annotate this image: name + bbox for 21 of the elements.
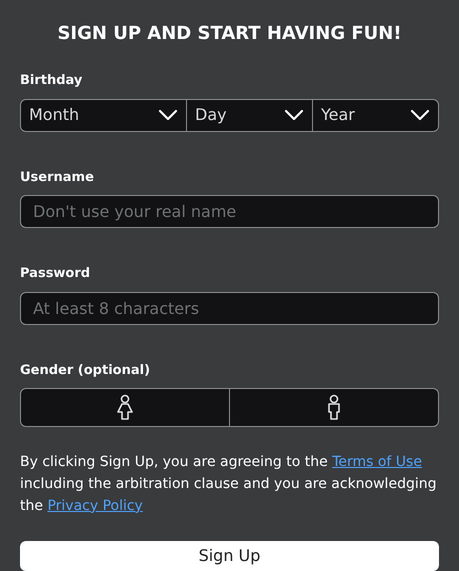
field-label: Birthday [20, 72, 84, 90]
username-field[interactable]: Don't use your real name [20, 195, 439, 228]
field-label: Password [20, 265, 92, 284]
chevron-down-icon [158, 109, 178, 121]
password-field[interactable]: At least 8 characters [20, 292, 439, 325]
male-figure-icon [327, 394, 341, 420]
field-label: Username [20, 168, 95, 187]
female-figure-icon [116, 394, 134, 420]
gender-option[interactable] [20, 388, 230, 427]
page-title: SIGN UP AND START HAVING FUN! [56, 22, 403, 46]
date-select[interactable]: Month [21, 100, 186, 131]
field-label: Gender (optional) [20, 362, 152, 380]
chevron-down-icon [410, 109, 430, 121]
chevron-down-icon [284, 109, 304, 121]
terms-link[interactable]: Terms of Use [332, 454, 422, 470]
terms-link[interactable]: Privacy Policy [47, 498, 143, 514]
terms-text: By clicking Sign Up, you are agreeing to the Terms of Use including the arbitration clause and you are acknowledging the Privacy Policy [20, 452, 438, 516]
sign-up-button[interactable]: Sign Up [20, 540, 439, 571]
date-select[interactable]: Year [312, 100, 438, 131]
date-select[interactable]: Day [186, 100, 312, 131]
gender-option[interactable] [230, 388, 439, 427]
